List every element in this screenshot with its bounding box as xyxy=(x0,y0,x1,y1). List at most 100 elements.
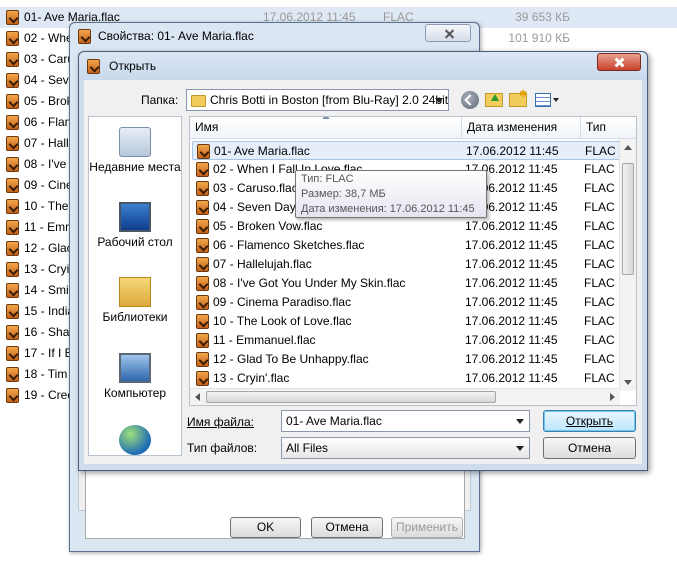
back-icon[interactable] xyxy=(461,91,479,109)
vertical-scrollbar[interactable] xyxy=(619,139,636,391)
file-type: FLAC xyxy=(584,257,615,271)
file-row[interactable]: 11 - Emmanuel.flac 17.06.2012 11:45 FLAC xyxy=(192,331,622,350)
place-desktop[interactable]: Рабочий стол xyxy=(89,202,181,249)
file-date: 17.06.2012 11:45 xyxy=(465,257,558,271)
places-bar: Недавние места Рабочий стол Библиотеки Комп… xyxy=(88,116,182,456)
place-network[interactable] xyxy=(89,425,181,455)
flac-file-icon xyxy=(6,178,19,193)
computer-icon xyxy=(119,353,151,383)
properties-titlebar[interactable]: Свойства: 01- Ave Maria.flac xyxy=(70,23,479,49)
file-date: 17.06.2012 11:45 xyxy=(465,333,558,347)
file-row[interactable]: 12 - Glad To Be Unhappy.flac 17.06.2012 1… xyxy=(192,350,622,369)
recent-places-icon xyxy=(119,127,151,157)
background-item-size: 101 910 КБ xyxy=(508,31,570,45)
file-row[interactable]: 08 - I've Got You Under My Skin.flac 17.0… xyxy=(192,274,622,293)
file-name: 01- Ave Maria.flac xyxy=(214,144,310,158)
file-type: FLAC xyxy=(585,144,616,158)
file-row[interactable]: 07 - Hallelujah.flac 17.06.2012 11:45 FLAC xyxy=(192,255,622,274)
column-header-name[interactable]: Имя xyxy=(190,117,462,139)
filetype-select[interactable]: All Files xyxy=(281,437,530,459)
flac-file-icon xyxy=(6,220,19,235)
open-dialog-title: Открыть xyxy=(109,59,157,73)
horizontal-scroll-thumb[interactable] xyxy=(206,391,496,403)
scroll-up-icon[interactable] xyxy=(624,145,632,150)
open-dialog-close-button[interactable] xyxy=(597,53,641,71)
open-dialog: Открыть Папка: Chris Botti in Boston [fr… xyxy=(78,51,648,471)
file-name: 05 - Broken Vow.flac xyxy=(213,219,323,233)
filename-value: 01- Ave Maria.flac xyxy=(286,414,382,428)
scroll-left-icon[interactable] xyxy=(195,393,200,401)
filetype-chevron-down-icon xyxy=(516,446,524,451)
network-icon xyxy=(119,425,151,455)
new-folder-icon[interactable] xyxy=(509,89,527,107)
folder-icon xyxy=(191,94,206,107)
properties-title: Свойства: 01- Ave Maria.flac xyxy=(98,29,254,43)
file-type: FLAC xyxy=(584,371,615,385)
background-item-name: 18 - Tim xyxy=(24,367,68,381)
scroll-down-icon[interactable] xyxy=(624,380,632,385)
column-header-date[interactable]: Дата изменения xyxy=(462,117,581,139)
flac-file-icon xyxy=(196,276,209,291)
sort-ascending-icon xyxy=(322,117,330,119)
filename-chevron-down-icon[interactable] xyxy=(516,419,524,424)
background-item-name: 13 - Cryi xyxy=(24,262,70,276)
chevron-down-icon xyxy=(435,98,443,103)
place-computer[interactable]: Компьютер xyxy=(89,353,181,400)
file-date: 17.06.2012 11:45 xyxy=(465,295,558,309)
tooltip-date: Дата изменения: 17.06.2012 11:45 xyxy=(301,203,475,215)
file-name: 11 - Emmanuel.flac xyxy=(213,333,316,347)
place-libraries[interactable]: Библиотеки xyxy=(89,277,181,324)
filename-input[interactable]: 01- Ave Maria.flac xyxy=(281,410,530,432)
flac-file-icon xyxy=(196,333,209,348)
file-date: 17.06.2012 11:45 xyxy=(465,276,558,290)
file-date: 17.06.2012 11:45 xyxy=(465,371,558,385)
scroll-right-icon[interactable] xyxy=(610,393,615,401)
file-type: FLAC xyxy=(584,181,615,195)
properties-close-button[interactable] xyxy=(425,24,471,42)
flac-file-icon xyxy=(6,346,19,361)
flac-file-icon xyxy=(6,367,19,382)
file-type: FLAC xyxy=(584,162,615,176)
file-name: 03 - Caruso.flac xyxy=(213,181,298,195)
up-folder-icon[interactable] xyxy=(485,93,503,107)
properties-cancel-button[interactable]: Отмена xyxy=(311,517,383,538)
flac-file-icon xyxy=(196,238,209,253)
file-row[interactable]: 06 - Flamenco Sketches.flac 17.06.2012 11… xyxy=(192,236,622,255)
place-label: Рабочий стол xyxy=(97,235,173,249)
file-row[interactable]: 09 - Cinema Paradiso.flac 17.06.2012 11:4… xyxy=(192,293,622,312)
column-header-type[interactable]: Тип xyxy=(581,117,636,139)
vertical-scroll-thumb[interactable] xyxy=(622,163,634,275)
file-list: Имя Дата изменения Тип 01- Ave Maria.fla… xyxy=(189,116,637,406)
flac-file-icon xyxy=(196,162,209,177)
tooltip-size: Размер: 38,7 МБ xyxy=(301,188,386,200)
horizontal-scrollbar[interactable] xyxy=(190,388,620,405)
file-row[interactable]: 10 - The Look of Love.flac 17.06.2012 11:… xyxy=(192,312,622,331)
open-button[interactable]: Открыть xyxy=(543,410,636,432)
file-name: 08 - I've Got You Under My Skin.flac xyxy=(213,276,406,290)
file-name: 12 - Glad To Be Unhappy.flac xyxy=(213,352,369,366)
ok-button[interactable]: OK xyxy=(230,517,301,538)
views-menu-icon[interactable] xyxy=(535,93,551,107)
flac-file-icon xyxy=(196,371,209,386)
views-chevron-down-icon[interactable] xyxy=(553,98,559,102)
open-dialog-titlebar[interactable]: Открыть xyxy=(79,52,647,80)
flac-file-icon xyxy=(6,115,19,130)
folder-combobox[interactable]: Chris Botti in Boston [from Blu-Ray] 2.0… xyxy=(186,89,449,111)
background-item-size: 39 653 КБ xyxy=(515,10,570,24)
flac-file-icon xyxy=(6,10,19,25)
background-item-name: 08 - I've xyxy=(24,157,67,171)
flac-file-icon xyxy=(6,31,19,46)
apply-button[interactable]: Применить xyxy=(391,517,463,538)
file-row[interactable]: 05 - Broken Vow.flac 17.06.2012 11:45 FLAC xyxy=(192,217,622,236)
background-item-name: 15 - India xyxy=(24,304,75,318)
flac-file-icon xyxy=(6,52,19,67)
flac-file-icon xyxy=(6,283,19,298)
cancel-button[interactable]: Отмена xyxy=(543,437,636,459)
file-row[interactable]: 01- Ave Maria.flac 17.06.2012 11:45 FLAC xyxy=(192,141,622,160)
flac-file-icon xyxy=(196,314,209,329)
place-recent-places[interactable]: Недавние места xyxy=(89,127,181,174)
background-item-name: 11 - Emm xyxy=(24,220,76,234)
file-name: 13 - Cryin'.flac xyxy=(213,371,290,385)
file-type: FLAC xyxy=(584,238,615,252)
file-row[interactable]: 13 - Cryin'.flac 17.06.2012 11:45 FLAC xyxy=(192,369,622,388)
